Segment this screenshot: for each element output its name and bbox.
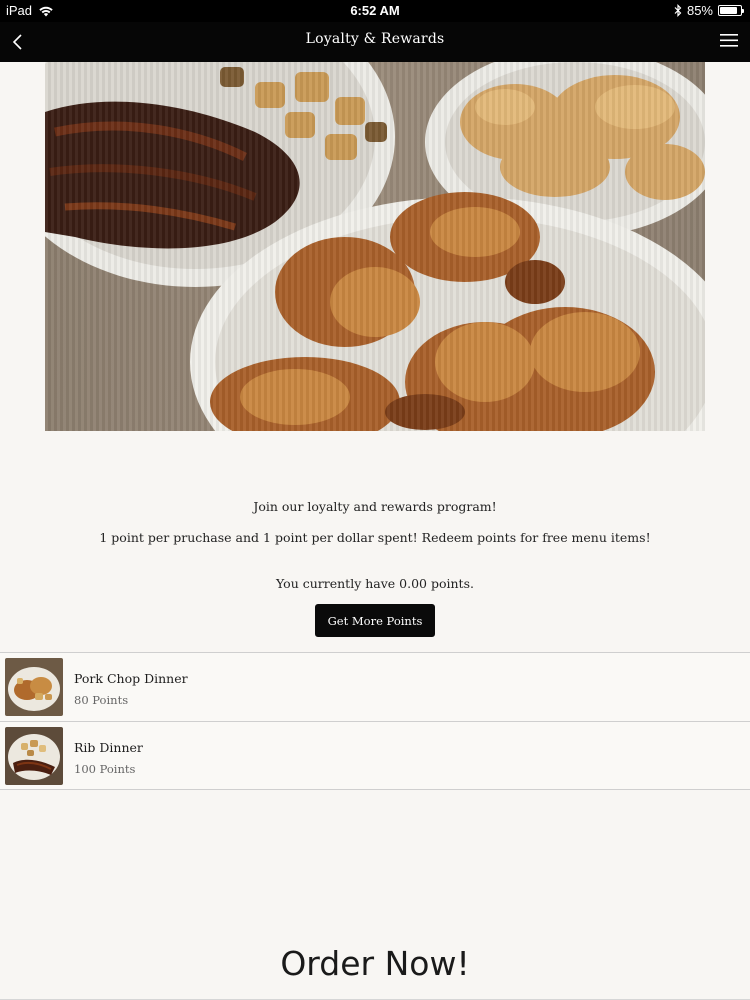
reward-name: Rib Dinner	[74, 740, 143, 755]
pork-chop-dinner-image	[5, 658, 63, 716]
reward-thumbnail	[5, 658, 63, 716]
reward-points: 100 Points	[74, 762, 136, 776]
hamburger-menu-icon	[720, 34, 738, 47]
bluetooth-icon	[674, 4, 682, 17]
get-more-points-button[interactable]: Get More Points	[315, 604, 435, 637]
table-grain	[45, 62, 705, 431]
page-title: Loyalty & Rewards	[305, 31, 445, 47]
reward-item-rib-dinner[interactable]: Rib Dinner 100 Points	[0, 721, 750, 790]
battery-icon	[718, 5, 744, 16]
loyalty-description: 1 point per pruchase and 1 point per dol…	[99, 530, 651, 545]
reward-name: Pork Chop Dinner	[74, 671, 188, 686]
battery-fill	[720, 7, 737, 14]
rib-dinner-image	[5, 727, 63, 785]
order-now-button[interactable]: Order Now!	[0, 944, 750, 983]
status-bar: iPad 6:52 AM 85%	[0, 0, 750, 22]
nav-bar: Loyalty & Rewards	[0, 22, 750, 62]
reward-list: Pork Chop Dinner 80 Points Rib Dinner 10…	[0, 652, 750, 790]
battery-percent: 85%	[686, 3, 713, 18]
menu-button[interactable]	[720, 30, 738, 52]
reward-item-pork-chop-dinner[interactable]: Pork Chop Dinner 80 Points	[0, 652, 750, 721]
points-status: You currently have 0.00 points.	[276, 576, 474, 591]
reward-points: 80 Points	[74, 693, 129, 707]
status-time: 6:52 AM	[350, 3, 400, 18]
hero-food-photo	[45, 62, 705, 431]
loyalty-heading: Join our loyalty and rewards program!	[253, 499, 497, 514]
reward-thumbnail	[5, 727, 63, 785]
status-right: 85%	[674, 3, 744, 18]
